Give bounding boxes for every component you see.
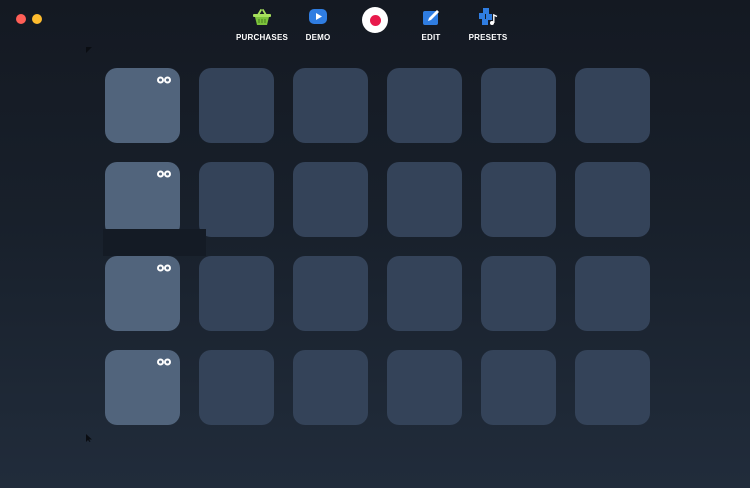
pad-r4-c2[interactable] bbox=[199, 350, 274, 425]
close-window-button[interactable] bbox=[16, 14, 26, 24]
pad-r4-c6[interactable] bbox=[575, 350, 650, 425]
pad-r3-c5[interactable] bbox=[481, 256, 556, 331]
pad-r3-c4[interactable] bbox=[387, 256, 462, 331]
app-window: PURCHASES DEMO EDIT PRESETS bbox=[0, 0, 750, 488]
infinity-loop-icon bbox=[157, 264, 171, 272]
pad-r1-c2[interactable] bbox=[199, 68, 274, 143]
record-button[interactable] bbox=[362, 7, 388, 33]
presets-label: PRESETS bbox=[468, 33, 508, 42]
pad-r2-c6[interactable] bbox=[575, 162, 650, 237]
pad-r3-c1[interactable] bbox=[105, 256, 180, 331]
pad-r4-c4[interactable] bbox=[387, 350, 462, 425]
pad-r3-c2[interactable] bbox=[199, 256, 274, 331]
record-icon bbox=[369, 14, 381, 26]
pad-r3-c6[interactable] bbox=[575, 256, 650, 331]
presets-button[interactable]: PRESETS bbox=[453, 7, 523, 42]
mouse-cursor-icon bbox=[86, 434, 92, 442]
pad-r1-c5[interactable] bbox=[481, 68, 556, 143]
pad-r1-c1[interactable] bbox=[105, 68, 180, 143]
pad-r2-c4[interactable] bbox=[387, 162, 462, 237]
pad-r1-c4[interactable] bbox=[387, 68, 462, 143]
pad-r2-c1[interactable] bbox=[105, 162, 180, 237]
pad-r4-c3[interactable] bbox=[293, 350, 368, 425]
purchases-label: PURCHASES bbox=[235, 33, 289, 42]
presets-music-icon bbox=[478, 7, 498, 27]
pad-r1-c3[interactable] bbox=[293, 68, 368, 143]
pad-r4-c1[interactable] bbox=[105, 350, 180, 425]
minimize-window-button[interactable] bbox=[32, 14, 42, 24]
pad-r3-c3[interactable] bbox=[293, 256, 368, 331]
drag-shadow bbox=[103, 229, 206, 256]
pad-r2-c3[interactable] bbox=[293, 162, 368, 237]
pad-r2-c2[interactable] bbox=[199, 162, 274, 237]
play-icon bbox=[308, 7, 328, 27]
demo-label: DEMO bbox=[305, 33, 331, 42]
window-controls bbox=[16, 14, 42, 24]
edit-label: EDIT bbox=[421, 33, 441, 42]
pad-r2-c5[interactable] bbox=[481, 162, 556, 237]
infinity-loop-icon bbox=[157, 358, 171, 366]
basket-icon bbox=[252, 7, 272, 27]
pad-r1-c6[interactable] bbox=[575, 68, 650, 143]
infinity-loop-icon bbox=[157, 76, 171, 84]
infinity-loop-icon bbox=[157, 170, 171, 178]
resize-corner-icon bbox=[86, 47, 92, 53]
edit-pencil-icon bbox=[421, 7, 441, 27]
demo-button[interactable]: DEMO bbox=[283, 7, 353, 42]
pad-r4-c5[interactable] bbox=[481, 350, 556, 425]
